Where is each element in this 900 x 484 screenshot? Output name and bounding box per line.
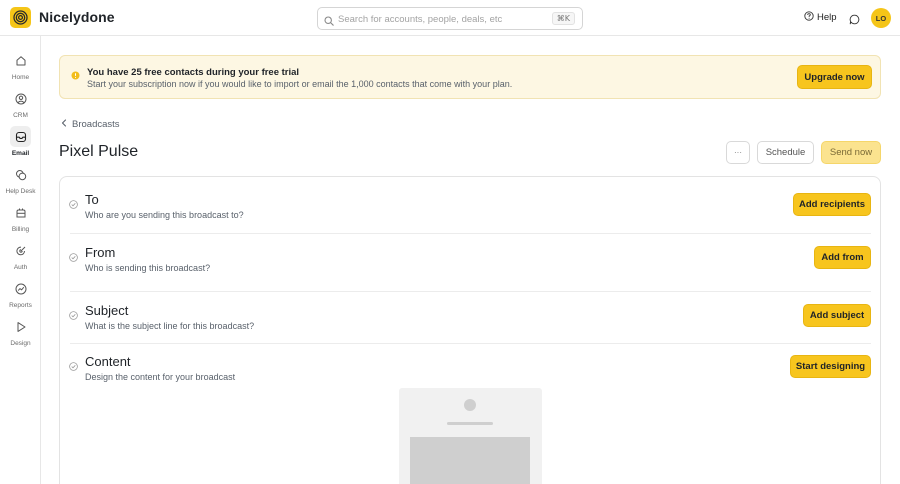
banner-title: You have 25 free contacts during your fr…: [87, 67, 300, 78]
divider: [70, 291, 871, 292]
preview-text-placeholder: [447, 422, 493, 425]
upgrade-now-button[interactable]: Upgrade now: [797, 65, 872, 89]
sidebar-item-label: Help Desk: [5, 188, 36, 195]
sidebar-item-email[interactable]: Email: [0, 126, 41, 160]
auth-icon: [10, 240, 31, 261]
reports-icon: [10, 278, 31, 299]
sidebar-item-reports[interactable]: Reports: [0, 278, 41, 312]
send-now-button[interactable]: Send now: [821, 141, 881, 164]
help-icon: [804, 11, 814, 24]
sidebar-item-home[interactable]: Home: [0, 50, 41, 84]
divider: [70, 343, 871, 344]
logo-icon[interactable]: [10, 7, 31, 28]
chevron-left-icon: [61, 119, 67, 130]
help-label: Help: [817, 12, 837, 23]
section-description: Who are you sending this broadcast to?: [85, 210, 244, 220]
banner-text: Start your subscription now if you would…: [87, 79, 513, 89]
check-circle-icon: [69, 358, 78, 376]
section-title: Subject: [85, 303, 129, 318]
sidebar-item-label: Home: [11, 74, 30, 81]
crm-icon: [10, 88, 31, 109]
add-from-button[interactable]: Add from: [814, 246, 871, 269]
section-title: To: [85, 192, 99, 207]
app-name: Nicelydone: [39, 9, 115, 25]
more-options-button[interactable]: ···: [726, 141, 750, 164]
check-circle-icon: [69, 307, 78, 325]
add-recipients-button[interactable]: Add recipients: [793, 193, 871, 216]
trial-banner: You have 25 free contacts during your fr…: [59, 55, 881, 99]
sidebar-item-label: Billing: [11, 226, 30, 233]
sidebar-item-label: CRM: [13, 112, 28, 119]
design-icon: [10, 316, 31, 337]
check-circle-icon: [69, 249, 78, 267]
sidebar-item-label: Reports: [9, 302, 32, 309]
divider: [70, 233, 871, 234]
sidebar-item-crm[interactable]: CRM: [0, 88, 41, 122]
check-circle-icon: [69, 196, 78, 214]
section-title: From: [85, 245, 116, 260]
preview-image-placeholder: [410, 437, 530, 484]
warning-dot-icon: [71, 67, 80, 85]
help-button[interactable]: Help: [804, 11, 837, 24]
top-bar: Nicelydone ⌘K Help LO: [0, 0, 900, 36]
sidebar-item-design[interactable]: Design: [0, 316, 41, 350]
page-title: Pixel Pulse: [59, 143, 139, 160]
breadcrumb-label: Broadcasts: [72, 119, 120, 130]
sidebar-item-label: Design: [10, 340, 31, 347]
section-description: Design the content for your broadcast: [85, 372, 236, 382]
schedule-button[interactable]: Schedule: [757, 141, 814, 164]
broadcast-setup-card: To Who are you sending this broadcast to…: [59, 176, 881, 484]
sidebar-item-label: Email: [11, 150, 30, 157]
search-icon: [324, 13, 334, 31]
start-designing-button[interactable]: Start designing: [790, 355, 871, 378]
search-input[interactable]: [338, 11, 548, 27]
search-box[interactable]: ⌘K: [317, 7, 583, 30]
email-content-preview[interactable]: [399, 388, 542, 484]
help-desk-icon: [10, 164, 31, 185]
sidebar-item-auth[interactable]: Auth: [0, 240, 41, 274]
avatar[interactable]: LO: [871, 8, 891, 28]
sidebar-item-help-desk[interactable]: Help Desk: [0, 164, 41, 198]
add-subject-button[interactable]: Add subject: [803, 304, 871, 327]
section-title: Content: [85, 354, 131, 369]
section-description: Who is sending this broadcast?: [85, 263, 211, 273]
sidebar: Home CRM Email Help Desk Billing Auth Re…: [0, 36, 41, 484]
sidebar-item-billing[interactable]: Billing: [0, 202, 41, 236]
home-icon: [10, 50, 31, 71]
section-description: What is the subject line for this broadc…: [85, 321, 255, 331]
sidebar-item-label: Auth: [13, 264, 28, 271]
billing-icon: [10, 202, 31, 223]
email-icon: [10, 126, 31, 147]
preview-avatar-placeholder: [464, 399, 476, 411]
search-shortcut-badge: ⌘K: [551, 12, 575, 25]
breadcrumb[interactable]: Broadcasts: [61, 119, 120, 130]
messages-icon[interactable]: [849, 12, 860, 30]
